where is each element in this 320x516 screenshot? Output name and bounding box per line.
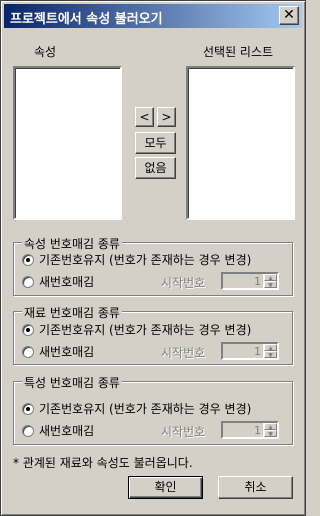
close-button[interactable]: ✕ [279, 6, 299, 25]
title-bar[interactable]: 프로젝트에서 속성 불러오기 ✕ [4, 4, 302, 28]
cancel-button[interactable]: 취소 [218, 476, 293, 499]
radio-button[interactable] [22, 402, 34, 415]
group-title: 재료 번호매김 종류 [22, 304, 122, 321]
new-number-option[interactable]: 새번호매김 [22, 343, 94, 360]
material-numbering-group: 재료 번호매김 종류 기존번호유지 (번호가 존재하는 경우 변경) 새번호매김… [13, 304, 293, 365]
close-icon: ✕ [283, 7, 295, 23]
spin-up-icon: ▲ [264, 344, 277, 352]
ok-button[interactable]: 확인 [128, 476, 203, 499]
group-title: 특성 번호매김 종류 [22, 374, 122, 391]
radio-button[interactable] [22, 345, 34, 358]
radio-button[interactable] [22, 253, 34, 266]
keep-number-option[interactable]: 기존번호유지 (번호가 존재하는 경우 변경) [22, 400, 251, 417]
selected-listbox[interactable] [186, 66, 295, 220]
new-number-option[interactable]: 새번호매김 [22, 422, 94, 439]
selected-list-label: 선택된 리스트 [203, 45, 274, 59]
move-left-button[interactable]: < [135, 107, 154, 127]
attributes-listbox[interactable] [13, 66, 122, 220]
attributes-list-label: 속성 [34, 45, 57, 59]
property-numbering-group: 특성 번호매김 종류 기존번호유지 (번호가 존재하는 경우 변경) 새번호매김… [13, 374, 293, 445]
spin-down-icon: ▼ [264, 351, 277, 359]
spin-down-icon: ▼ [264, 430, 277, 438]
start-number-label: 시작번호 [161, 276, 206, 290]
select-none-button[interactable]: 없음 [135, 157, 176, 179]
window-title: 프로젝트에서 속성 불러오기 [10, 12, 163, 27]
select-all-button[interactable]: 모두 [135, 132, 176, 154]
group-title: 속성 번호매김 종류 [22, 235, 122, 252]
radio-button[interactable] [22, 323, 34, 336]
spin-down-icon: ▼ [264, 281, 277, 289]
radio-button[interactable] [22, 275, 34, 288]
start-number-spinner: 1 ▲ ▼ [221, 421, 279, 439]
spin-up-icon: ▲ [264, 423, 277, 431]
keep-number-option[interactable]: 기존번호유지 (번호가 존재하는 경우 변경) [22, 251, 251, 268]
start-number-spinner: 1 ▲ ▼ [221, 342, 279, 360]
start-number-label: 시작번호 [161, 425, 206, 439]
keep-number-option[interactable]: 기존번호유지 (번호가 존재하는 경우 변경) [22, 321, 251, 338]
start-number-label: 시작번호 [161, 346, 206, 360]
attribute-numbering-group: 속성 번호매김 종류 기존번호유지 (번호가 존재하는 경우 변경) 새번호매김… [13, 235, 293, 296]
start-number-spinner: 1 ▲ ▼ [221, 272, 279, 290]
new-number-option[interactable]: 새번호매김 [22, 273, 94, 290]
radio-button[interactable] [22, 424, 34, 437]
move-right-button[interactable]: > [157, 107, 176, 127]
spin-up-icon: ▲ [264, 274, 277, 282]
dialog-window: 프로젝트에서 속성 불러오기 ✕ 속성 선택된 리스트 < > 모두 없음 속성… [0, 0, 306, 516]
related-items-note: * 관계된 재료와 속성도 불러옵니다. [13, 456, 193, 470]
